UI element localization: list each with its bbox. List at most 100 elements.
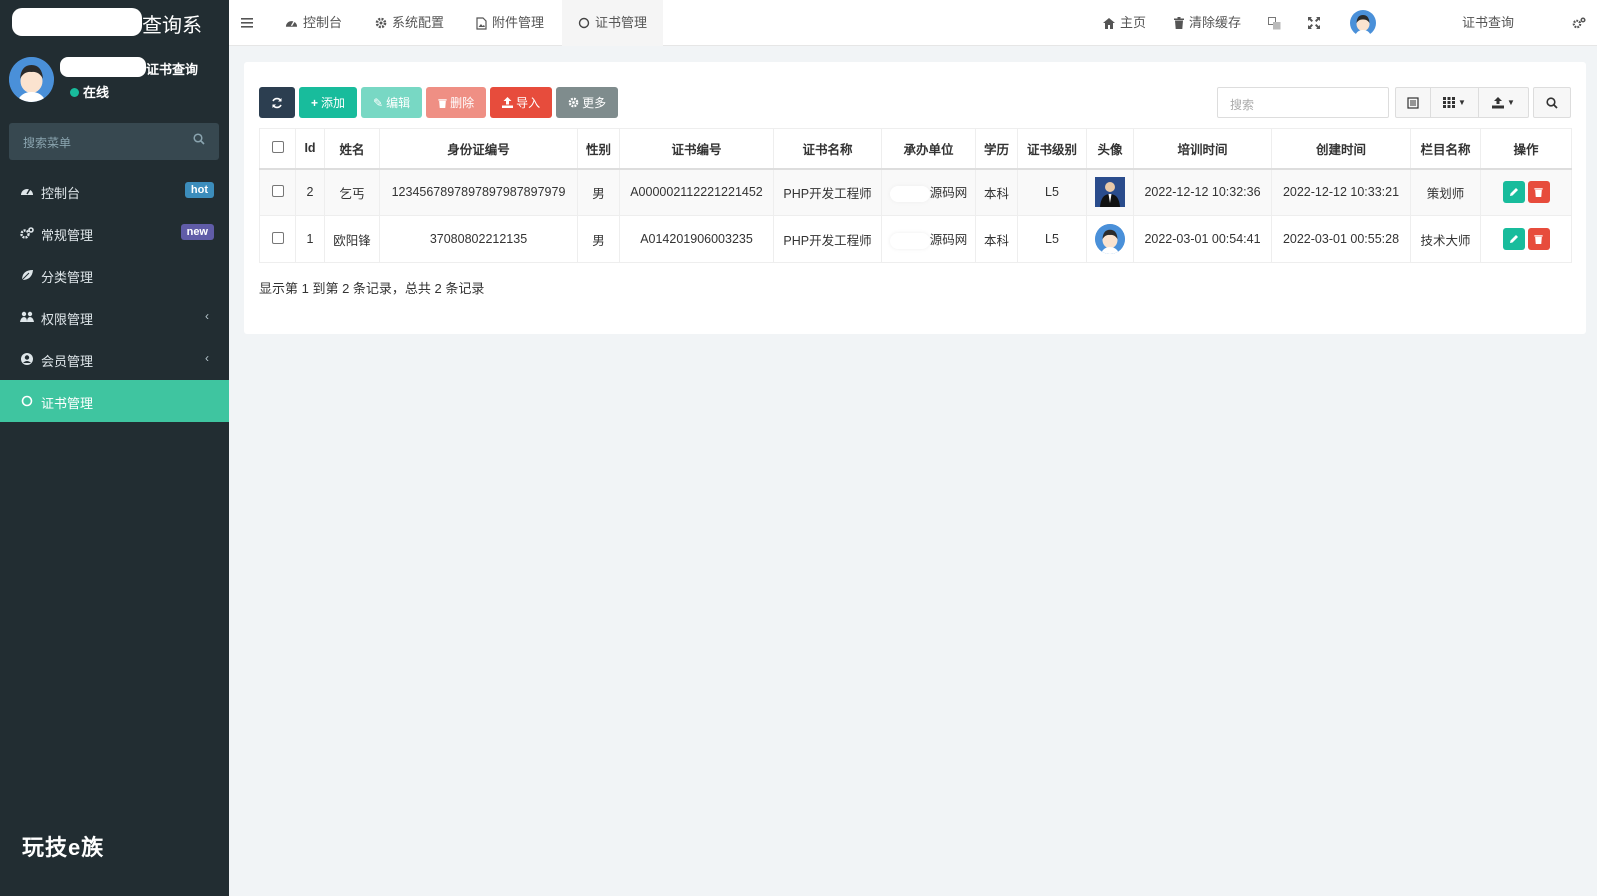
fullscreen-button[interactable]: [1308, 0, 1320, 46]
table-row[interactable]: 2 乞丐 1234567897897897987897979 男 A000002…: [259, 168, 1572, 216]
sidebar-toggle-button[interactable]: [241, 0, 255, 46]
delete-button[interactable]: 删除: [426, 87, 487, 118]
row-edit-button[interactable]: [1502, 228, 1525, 250]
tab-dashboard[interactable]: 控制台: [285, 0, 342, 46]
circle-icon: [20, 394, 34, 408]
pencil-icon: ✎: [373, 95, 384, 110]
column-header[interactable]: 性别: [577, 128, 620, 170]
home-icon: [1103, 17, 1115, 29]
avatar-thumbnail[interactable]: [1095, 224, 1125, 254]
circle-icon: [578, 17, 590, 29]
row-checkbox[interactable]: [271, 231, 284, 244]
cell-avatar: [1086, 168, 1134, 216]
edit-button[interactable]: ✎ 编辑: [361, 87, 423, 118]
plus-icon: +: [311, 95, 319, 110]
chevron-left-icon: ‹: [205, 351, 209, 365]
column-header[interactable]: 证书编号: [619, 128, 774, 170]
certificate-table: Id 姓名 身份证编号 性别 证书编号 证书名称 承办单位 学历 证书级别 头像…: [259, 128, 1572, 263]
caret-down-icon: ▼: [1458, 98, 1466, 107]
table-row[interactable]: 1 欧阳锋 37080802212135 男 A014201906003235 …: [259, 215, 1572, 263]
sidebar-search-input[interactable]: 搜索菜单: [9, 123, 219, 160]
avatar-thumbnail[interactable]: [1095, 177, 1125, 208]
logo[interactable]: 查询系: [0, 0, 229, 44]
expand-icon: [1308, 17, 1320, 29]
menu-icon: [241, 18, 253, 28]
user-avatar-button[interactable]: [1350, 0, 1376, 46]
column-header[interactable]: 证书名称: [773, 128, 882, 170]
search-placeholder: 搜索: [1230, 98, 1255, 112]
clear-cache-label: 清除缓存: [1189, 15, 1242, 30]
sidebar-menu: 控制台 hot 常规管理 new 分类管理 权限管理 ‹ 会员管理 ‹ 证书管理: [0, 170, 229, 422]
sidebar-item-auth[interactable]: 权限管理 ‹: [0, 296, 229, 338]
cell-avatar: [1086, 215, 1134, 263]
search-icon: [1546, 96, 1558, 109]
sidebar-item-general[interactable]: 常规管理 new: [0, 212, 229, 254]
column-header[interactable]: Id: [295, 128, 325, 170]
trash-icon: [1534, 235, 1543, 244]
add-button[interactable]: + 添加: [299, 87, 358, 118]
tab-system-config[interactable]: 系统配置: [375, 0, 444, 46]
settings-button[interactable]: [1572, 0, 1586, 46]
logo-text: 查询系: [142, 15, 202, 37]
table-search-input[interactable]: 搜索: [1217, 87, 1389, 118]
pencil-icon: [1509, 188, 1518, 197]
cell-category: 技术大师: [1410, 215, 1481, 263]
refresh-button[interactable]: [259, 87, 295, 118]
sidebar-item-certificates[interactable]: 证书管理: [0, 380, 229, 422]
more-label: 更多: [582, 96, 607, 110]
search-button[interactable]: [1533, 87, 1571, 118]
select-all-cell: [259, 128, 296, 170]
row-delete-button[interactable]: [1527, 228, 1550, 250]
sidebar-item-members[interactable]: 会员管理 ‹: [0, 338, 229, 380]
column-header[interactable]: 创建时间: [1271, 128, 1411, 170]
row-select-cell: [259, 215, 296, 263]
user-circle-icon: [20, 352, 34, 366]
column-header[interactable]: 培训时间: [1133, 128, 1272, 170]
tab-certificates[interactable]: 证书管理: [562, 0, 664, 46]
column-header[interactable]: 姓名: [324, 128, 380, 170]
column-header[interactable]: 证书级别: [1017, 128, 1087, 170]
cogs-icon: [1572, 17, 1586, 29]
cell-cert-name: PHP开发工程师: [773, 215, 882, 263]
row-checkbox[interactable]: [271, 184, 284, 197]
columns-dropdown-button[interactable]: ▼: [1431, 87, 1479, 118]
content-panel: + 添加 ✎ 编辑 删除 导入 更多 搜索 ▼ ▼ Id 姓名 身份证编号 性别…: [244, 62, 1586, 334]
cell-name: 欧阳锋: [324, 215, 380, 263]
search-icon[interactable]: [193, 133, 205, 148]
import-label: 导入: [516, 96, 541, 110]
pagination-summary: 显示第 1 到第 2 条记录，总共 2 条记录: [259, 281, 485, 296]
edit-label: 编辑: [386, 96, 411, 110]
tab-label: 控制台: [303, 15, 343, 30]
cell-edu: 本科: [975, 168, 1018, 216]
cell-id-card: 37080802212135: [379, 215, 578, 263]
user-status: 在线: [70, 82, 109, 101]
import-button[interactable]: 导入: [490, 87, 553, 118]
column-header[interactable]: 栏目名称: [1410, 128, 1481, 170]
tab-label: 附件管理: [492, 15, 545, 30]
caret-down-icon: ▼: [1507, 98, 1515, 107]
translate-icon: [1268, 16, 1281, 29]
column-header[interactable]: 学历: [975, 128, 1018, 170]
dashboard-icon: [285, 20, 298, 27]
sidebar-item-dashboard[interactable]: 控制台 hot: [0, 170, 229, 212]
row-edit-button[interactable]: [1502, 181, 1525, 204]
avatar: [9, 57, 54, 102]
row-delete-button[interactable]: [1527, 181, 1550, 204]
user-name: 证书查询: [146, 62, 199, 77]
export-dropdown-button[interactable]: ▼: [1479, 87, 1529, 118]
user-menu-link[interactable]: 证书查询: [1462, 0, 1514, 46]
column-header[interactable]: 身份证编号: [379, 128, 578, 170]
toggle-view-button[interactable]: [1395, 87, 1431, 118]
tab-label: 证书管理: [595, 15, 648, 30]
select-all-checkbox[interactable]: [271, 140, 284, 153]
translate-button[interactable]: [1268, 0, 1281, 46]
tab-attachments[interactable]: 附件管理: [476, 0, 544, 46]
list-icon: [1407, 96, 1419, 109]
column-header[interactable]: 承办单位: [881, 128, 976, 170]
more-button[interactable]: 更多: [556, 87, 619, 118]
sidebar-item-category[interactable]: 分类管理: [0, 254, 229, 296]
clear-cache-button[interactable]: 清除缓存: [1174, 0, 1241, 46]
sidebar-item-label: 权限管理: [41, 312, 94, 327]
username-redaction: [60, 57, 146, 77]
home-link[interactable]: 主页: [1103, 0, 1146, 46]
